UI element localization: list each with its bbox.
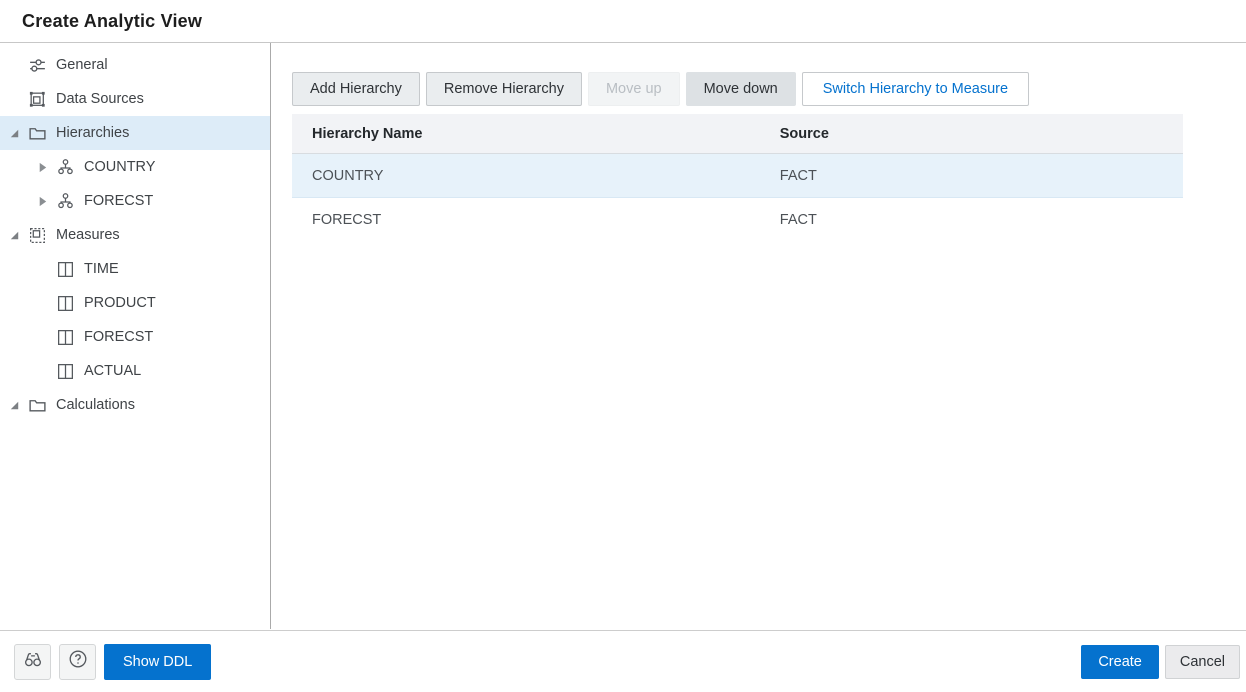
table-row[interactable]: FORECST FACT bbox=[292, 198, 1183, 242]
show-ddl-button[interactable]: Show DDL bbox=[104, 644, 211, 680]
folder-icon bbox=[28, 396, 47, 415]
sidebar-item-forecst-measure[interactable]: FORECST bbox=[0, 320, 270, 354]
measure-column-icon bbox=[56, 362, 75, 381]
measure-column-icon bbox=[56, 294, 75, 313]
dialog-footer: Show DDL Create Cancel bbox=[0, 630, 1246, 692]
sidebar-item-data-sources[interactable]: Data Sources bbox=[0, 82, 270, 116]
source-cell: FACT bbox=[760, 212, 1183, 228]
source-cell: FACT bbox=[760, 168, 1183, 184]
caret-spacer bbox=[36, 329, 56, 345]
hierarchy-icon bbox=[56, 158, 75, 177]
sidebar-item-forecst-hierarchy[interactable]: FORECST bbox=[0, 184, 270, 218]
sidebar-item-label: Hierarchies bbox=[56, 125, 129, 141]
caret-spacer bbox=[36, 261, 56, 277]
help-button[interactable] bbox=[59, 644, 96, 680]
move-up-button[interactable]: Move up bbox=[588, 72, 680, 106]
sidebar-item-label: FORECST bbox=[84, 193, 153, 209]
table-header-row: Hierarchy Name Source bbox=[292, 114, 1183, 154]
sidebar-item-general[interactable]: General bbox=[0, 48, 270, 82]
question-icon bbox=[68, 649, 88, 674]
navigation-tree: General Data Sources bbox=[0, 43, 271, 629]
hierarchy-icon bbox=[56, 192, 75, 211]
measure-column-icon bbox=[56, 260, 75, 279]
caret-spacer bbox=[8, 91, 28, 107]
caret-expanded-icon[interactable] bbox=[8, 227, 28, 243]
column-header-hierarchy-name: Hierarchy Name bbox=[292, 126, 760, 142]
caret-expanded-icon[interactable] bbox=[8, 397, 28, 413]
page-title: Create Analytic View bbox=[22, 11, 202, 32]
column-header-source: Source bbox=[760, 126, 1183, 142]
sidebar-item-product[interactable]: PRODUCT bbox=[0, 286, 270, 320]
remove-hierarchy-button[interactable]: Remove Hierarchy bbox=[426, 72, 582, 106]
folder-icon bbox=[28, 124, 47, 143]
binoculars-icon bbox=[23, 649, 43, 674]
find-button[interactable] bbox=[14, 644, 51, 680]
sidebar-item-label: General bbox=[56, 57, 108, 73]
measures-icon bbox=[28, 226, 47, 245]
sidebar-item-label: COUNTRY bbox=[84, 159, 155, 175]
sliders-icon bbox=[28, 56, 47, 75]
hierarchies-panel: Add Hierarchy Remove Hierarchy Move up M… bbox=[271, 43, 1246, 629]
caret-spacer bbox=[8, 57, 28, 73]
measure-column-icon bbox=[56, 328, 75, 347]
hierarchy-name-cell: COUNTRY bbox=[292, 168, 760, 184]
table-row[interactable]: COUNTRY FACT bbox=[292, 154, 1183, 198]
move-down-button[interactable]: Move down bbox=[686, 72, 796, 106]
sidebar-item-label: ACTUAL bbox=[84, 363, 141, 379]
sidebar-item-label: Calculations bbox=[56, 397, 135, 413]
caret-expanded-icon[interactable] bbox=[8, 125, 28, 141]
sidebar-item-country[interactable]: COUNTRY bbox=[0, 150, 270, 184]
hierarchy-name-cell: FORECST bbox=[292, 212, 760, 228]
cancel-button[interactable]: Cancel bbox=[1165, 645, 1240, 679]
caret-spacer bbox=[36, 295, 56, 311]
sidebar-item-label: FORECST bbox=[84, 329, 153, 345]
data-sources-icon bbox=[28, 90, 47, 109]
sidebar-item-label: Data Sources bbox=[56, 91, 144, 107]
sidebar-item-calculations[interactable]: Calculations bbox=[0, 388, 270, 422]
switch-hierarchy-to-measure-button[interactable]: Switch Hierarchy to Measure bbox=[802, 72, 1029, 106]
hierarchy-table: Hierarchy Name Source COUNTRY FACT FOREC… bbox=[292, 114, 1183, 242]
sidebar-item-label: Measures bbox=[56, 227, 120, 243]
sidebar-item-hierarchies[interactable]: Hierarchies bbox=[0, 116, 270, 150]
sidebar-item-label: PRODUCT bbox=[84, 295, 156, 311]
caret-collapsed-icon[interactable] bbox=[36, 159, 56, 175]
sidebar-item-measures[interactable]: Measures bbox=[0, 218, 270, 252]
sidebar-item-actual[interactable]: ACTUAL bbox=[0, 354, 270, 388]
caret-spacer bbox=[36, 363, 56, 379]
add-hierarchy-button[interactable]: Add Hierarchy bbox=[292, 72, 420, 106]
hierarchy-toolbar: Add Hierarchy Remove Hierarchy Move up M… bbox=[292, 72, 1246, 106]
dialog-titlebar: Create Analytic View bbox=[0, 0, 1246, 43]
create-button[interactable]: Create bbox=[1081, 645, 1159, 679]
sidebar-item-label: TIME bbox=[84, 261, 119, 277]
caret-collapsed-icon[interactable] bbox=[36, 193, 56, 209]
dialog-body: General Data Sources bbox=[0, 43, 1246, 629]
sidebar-item-time[interactable]: TIME bbox=[0, 252, 270, 286]
